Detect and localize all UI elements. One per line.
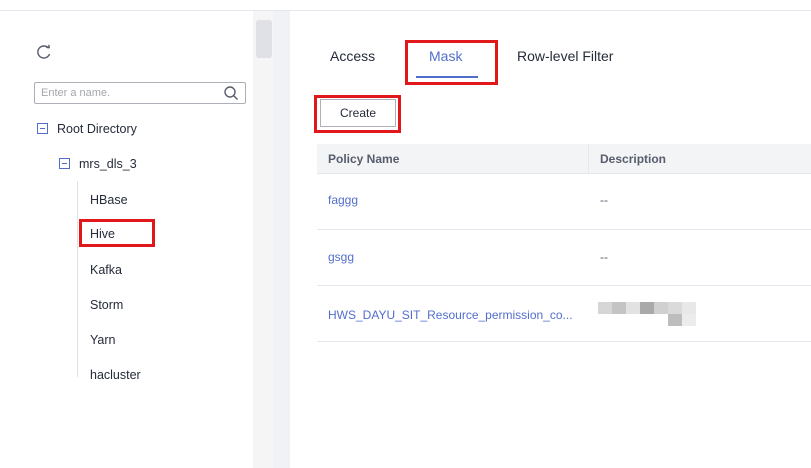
policy-description: --: [600, 193, 608, 207]
tree-node-hbase[interactable]: HBase: [90, 193, 128, 207]
tree-node-storm[interactable]: Storm: [90, 298, 123, 312]
search-input[interactable]: [35, 83, 221, 103]
redacted-description-image: [598, 302, 696, 326]
tree-node-root[interactable]: Root Directory: [57, 122, 137, 136]
tree-scrollbar[interactable]: [253, 11, 273, 468]
row-divider: [317, 229, 811, 230]
tree-node-hacluster[interactable]: hacluster: [90, 368, 141, 382]
column-separator: [588, 144, 589, 173]
collapse-root-icon[interactable]: [37, 123, 48, 134]
column-header-policy-name[interactable]: Policy Name: [328, 152, 399, 166]
row-divider: [317, 341, 811, 342]
tree-node-yarn[interactable]: Yarn: [90, 333, 115, 347]
tree-node-kafka[interactable]: Kafka: [90, 263, 122, 277]
tree-guide-line: [77, 181, 78, 377]
refresh-icon[interactable]: [36, 44, 52, 60]
policy-description: --: [600, 250, 608, 264]
tab-access[interactable]: Access: [330, 48, 375, 64]
collapse-cluster-icon[interactable]: [59, 158, 70, 169]
panel-divider: [273, 11, 290, 468]
tree-scrollbar-thumb[interactable]: [256, 20, 272, 58]
row-divider: [317, 285, 811, 286]
mask-highlight-box: [405, 40, 498, 85]
policy-name-link[interactable]: gsgg: [328, 250, 354, 264]
create-highlight-box: [314, 95, 401, 133]
tab-row-level-filter[interactable]: Row-level Filter: [517, 48, 613, 64]
search-field[interactable]: [34, 82, 246, 104]
column-header-description[interactable]: Description: [600, 152, 666, 166]
tree-node-cluster[interactable]: mrs_dls_3: [79, 157, 137, 171]
policy-name-link[interactable]: HWS_DAYU_SIT_Resource_permission_co...: [328, 308, 573, 322]
search-icon[interactable]: [223, 85, 239, 101]
hive-highlight-box: [79, 219, 155, 247]
policy-name-link[interactable]: faggg: [328, 193, 358, 207]
